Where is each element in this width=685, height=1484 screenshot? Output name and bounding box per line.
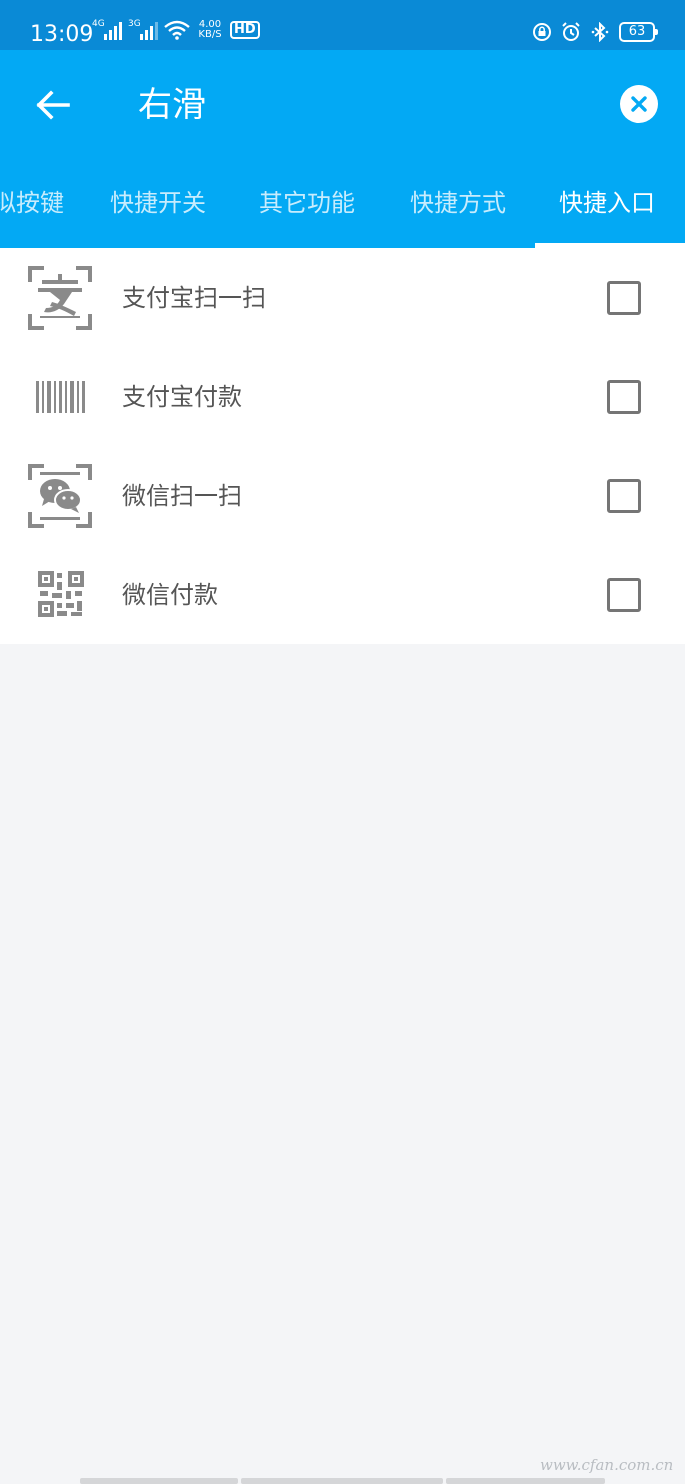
status-bar: 13:09 4G 3G 4.00 KB/S HD 63 — [0, 0, 685, 50]
list-item-label: 微信付款 — [122, 581, 218, 609]
list-item-label: 支付宝扫一扫 — [122, 284, 266, 312]
page-title: 右滑 — [138, 85, 206, 125]
network-type-label-2: 3G — [128, 19, 141, 29]
hd-voice-icon: HD — [230, 21, 260, 39]
back-button[interactable] — [30, 82, 76, 128]
status-left-icons: 4G 3G 4.00 KB/S HD — [92, 20, 260, 40]
rotation-lock-icon — [533, 23, 551, 41]
alarm-icon — [562, 22, 580, 41]
nav-handle-right — [446, 1478, 605, 1484]
tab-shortcuts[interactable]: 快捷方式 — [410, 186, 506, 220]
cellular-signal-icon-2: 3G — [128, 20, 158, 40]
list-item-wechat-pay[interactable]: 微信付款 — [0, 545, 685, 644]
app-bar: 右滑 拟按键 快捷开关 其它功能 快捷方式 快捷入口 — [0, 50, 685, 248]
list-item-alipay-scan[interactable]: 支付宝扫一扫 — [0, 248, 685, 347]
nav-handle-left — [80, 1478, 238, 1484]
barcode-icon — [36, 381, 85, 413]
checkbox-alipay-scan[interactable] — [607, 281, 641, 315]
nav-handle-center — [241, 1478, 443, 1484]
arrow-left-icon — [36, 90, 70, 120]
alipay-scan-icon — [28, 266, 92, 330]
checkbox-wechat-scan[interactable] — [607, 479, 641, 513]
tab-quick-entry[interactable]: 快捷入口 — [559, 186, 655, 220]
network-speed: 4.00 KB/S — [196, 20, 224, 40]
tab-quick-switches[interactable]: 快捷开关 — [110, 186, 206, 220]
wechat-scan-icon — [28, 464, 92, 528]
close-icon — [631, 96, 647, 112]
speed-unit: KB/S — [198, 29, 222, 40]
qr-code-icon — [38, 571, 84, 617]
list-item-label: 微信扫一扫 — [122, 482, 242, 510]
status-right-icons: 63 — [532, 22, 658, 42]
watermark: www.cfan.com.cn — [540, 1456, 674, 1474]
network-type-label: 4G — [92, 19, 105, 29]
bluetooth-icon — [591, 22, 609, 42]
list-item-wechat-scan[interactable]: 微信扫一扫 — [0, 446, 685, 545]
tab-virtual-keys[interactable]: 拟按键 — [0, 186, 64, 220]
battery-icon: 63 — [619, 22, 658, 42]
list-item-label: 支付宝付款 — [122, 383, 242, 411]
tab-other-functions[interactable]: 其它功能 — [259, 186, 355, 220]
close-button[interactable] — [620, 85, 658, 123]
shortcut-list: 支付宝扫一扫 支付宝付款 微信扫一扫 微信付款 — [0, 248, 685, 644]
checkbox-wechat-pay[interactable] — [607, 578, 641, 612]
list-item-alipay-pay[interactable]: 支付宝付款 — [0, 347, 685, 446]
status-time: 13:09 — [30, 22, 94, 47]
checkbox-alipay-pay[interactable] — [607, 380, 641, 414]
cellular-signal-icon: 4G — [92, 20, 122, 40]
wifi-icon — [164, 20, 190, 40]
